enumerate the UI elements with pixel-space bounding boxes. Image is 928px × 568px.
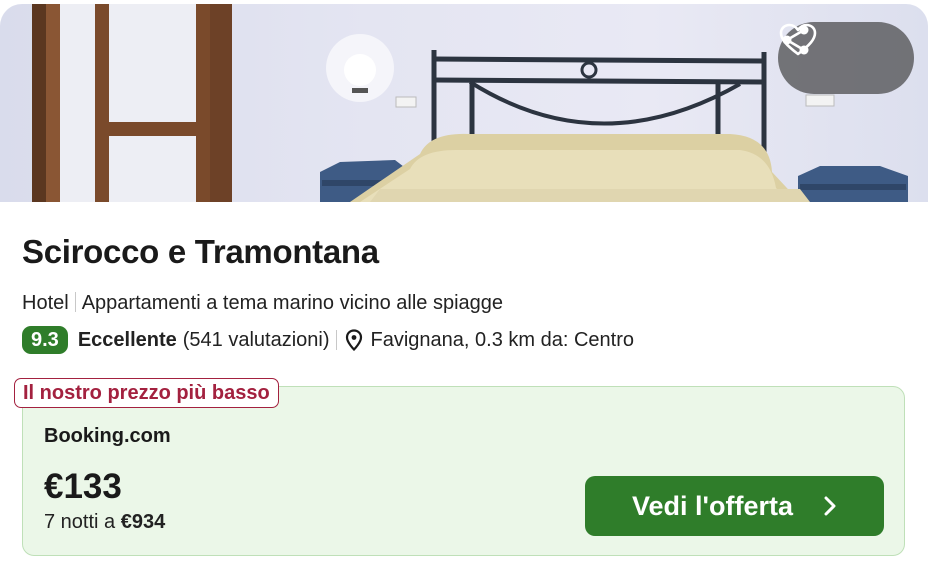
rating-score-badge: 9.3 [22, 326, 68, 354]
offer-total: 7 notti a €934 [44, 511, 165, 534]
total-prefix: 7 notti a [44, 511, 116, 533]
favorite-button[interactable] [779, 23, 904, 82]
location-pin-icon [345, 329, 362, 351]
total-amount: €934 [120, 511, 166, 533]
offer-provider: Booking.com [44, 425, 171, 447]
photo-actions [778, 22, 914, 94]
rating-line: 9.3 Eccellente (541 valutazioni) Favigna… [22, 326, 634, 354]
offer-price: €133 [44, 467, 122, 506]
divider [335, 330, 337, 350]
hotel-description: Appartamenti a tema marino vicino alle s… [81, 292, 504, 314]
chevron-right-icon [824, 496, 836, 516]
rating-verdict: Eccellente [77, 328, 177, 351]
view-offer-label: Vedi l'offerta [632, 490, 793, 521]
hotel-name[interactable]: Scirocco e Tramontana [22, 233, 379, 271]
divider [74, 292, 76, 312]
hotel-subline: Hotel Appartamenti a tema marino vicino a… [22, 292, 503, 315]
view-offer-button[interactable]: Vedi l'offerta [585, 476, 884, 536]
lowest-price-badge: Il nostro prezzo più basso [14, 378, 279, 408]
hotel-photo[interactable] [0, 4, 928, 202]
heart-icon [779, 23, 817, 56]
hotel-type: Hotel [22, 292, 69, 314]
rating-count[interactable]: (541 valutazioni) [183, 329, 330, 352]
location-text[interactable]: Favignana, 0.3 km da: Centro [371, 329, 634, 352]
